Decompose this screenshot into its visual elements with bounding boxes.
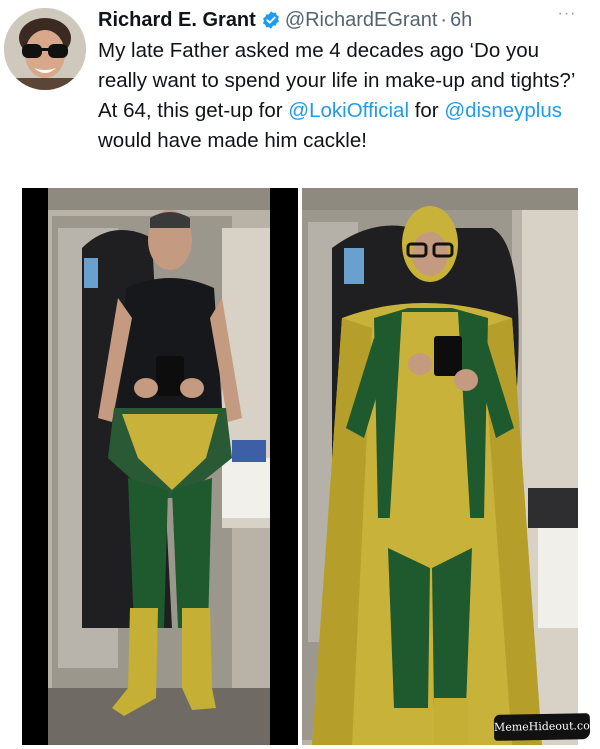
avatar[interactable]: [4, 8, 86, 90]
photo-right[interactable]: [302, 188, 578, 745]
timestamp[interactable]: 6h: [450, 9, 472, 32]
tweet-text-middle: for: [409, 99, 445, 122]
tweet[interactable]: Richard E. Grant @RichardEGrant · 6h ···…: [0, 0, 600, 749]
tweet-text: My late Father asked me 4 decades ago ‘D…: [98, 36, 588, 156]
separator-dot: ·: [440, 8, 448, 31]
watermark: MemeHideout.com: [493, 713, 600, 741]
mention-disneyplus[interactable]: @disneyplus: [444, 99, 562, 122]
display-name[interactable]: Richard E. Grant: [98, 9, 256, 32]
avatar-image: [4, 8, 86, 90]
more-options-icon[interactable]: ···: [556, 6, 578, 26]
handle[interactable]: @RichardEGrant: [285, 9, 438, 32]
photo-left[interactable]: [22, 188, 298, 745]
mention-loki-official[interactable]: @LokiOfficial: [288, 99, 409, 122]
media-grid: [22, 188, 578, 745]
photo-left-image: [22, 188, 298, 745]
photo-right-image: [302, 188, 578, 745]
tweet-text-end: would have made him cackle!: [98, 129, 367, 152]
tweet-header: Richard E. Grant @RichardEGrant · 6h: [98, 6, 472, 34]
verified-badge-icon: [261, 10, 281, 30]
